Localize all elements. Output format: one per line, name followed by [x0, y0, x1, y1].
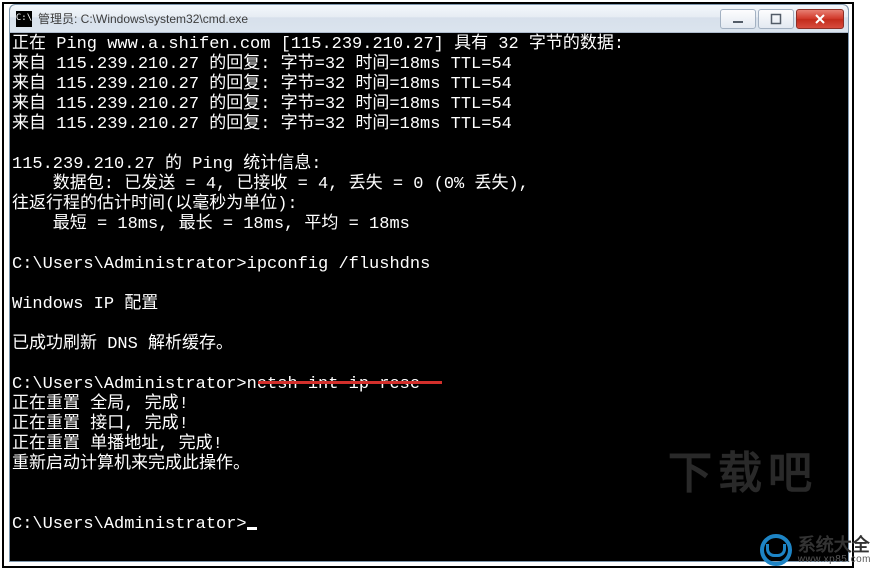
- terminal-line: 最短 = 18ms, 最长 = 18ms, 平均 = 18ms: [12, 215, 848, 235]
- terminal-line: [12, 135, 848, 155]
- window-title: 管理员: C:\Windows\system32\cmd.exe: [38, 10, 712, 27]
- titlebar[interactable]: C:\ 管理员: C:\Windows\system32\cmd.exe: [10, 5, 848, 33]
- terminal-line: 来自 115.239.210.27 的回复: 字节=32 时间=18ms TTL…: [12, 75, 848, 95]
- terminal-line: 数据包: 已发送 = 4, 已接收 = 4, 丢失 = 0 (0% 丢失),: [12, 175, 848, 195]
- terminal-line: [12, 315, 848, 335]
- terminal-line: 正在重置 全局, 完成!: [12, 395, 848, 415]
- terminal-line: C:\Users\Administrator>netsh int ip rese: [12, 375, 848, 395]
- terminal-line: 正在 Ping www.a.shifen.com [115.239.210.27…: [12, 35, 848, 55]
- close-button[interactable]: [796, 9, 844, 29]
- cmd-window: C:\ 管理员: C:\Windows\system32\cmd.exe 正在 …: [9, 4, 849, 562]
- terminal-line: 重新启动计算机来完成此操作。: [12, 455, 848, 475]
- terminal-line: [12, 475, 848, 495]
- cmd-icon: C:\: [16, 11, 32, 27]
- terminal-line: 正在重置 单播地址, 完成!: [12, 435, 848, 455]
- terminal-line: C:\Users\Administrator>: [12, 515, 848, 535]
- brand-logo: 系统大全 www.xp85.com: [760, 534, 871, 566]
- terminal-line: 来自 115.239.210.27 的回复: 字节=32 时间=18ms TTL…: [12, 55, 848, 75]
- brand-icon: [760, 534, 792, 566]
- brand-url: www.xp85.com: [798, 554, 871, 565]
- terminal-line: 往返行程的估计时间(以毫秒为单位):: [12, 195, 848, 215]
- terminal-line: 正在重置 接口, 完成!: [12, 415, 848, 435]
- terminal-line: 来自 115.239.210.27 的回复: 字节=32 时间=18ms TTL…: [12, 115, 848, 135]
- terminal-line: [12, 235, 848, 255]
- terminal-line: C:\Users\Administrator>ipconfig /flushdn…: [12, 255, 848, 275]
- terminal-line: Windows IP 配置: [12, 295, 848, 315]
- terminal-output[interactable]: 正在 Ping www.a.shifen.com [115.239.210.27…: [10, 33, 848, 561]
- highlight-underline: [258, 381, 442, 384]
- minimize-button[interactable]: [720, 9, 756, 29]
- brand-title: 系统大全: [798, 536, 871, 554]
- terminal-line: 115.239.210.27 的 Ping 统计信息:: [12, 155, 848, 175]
- cursor: [247, 527, 257, 530]
- terminal-line: [12, 275, 848, 295]
- terminal-line: 已成功刷新 DNS 解析缓存。: [12, 335, 848, 355]
- maximize-button[interactable]: [758, 9, 794, 29]
- window-controls: [718, 9, 844, 29]
- terminal-line: 来自 115.239.210.27 的回复: 字节=32 时间=18ms TTL…: [12, 95, 848, 115]
- terminal-line: [12, 495, 848, 515]
- terminal-line: [12, 355, 848, 375]
